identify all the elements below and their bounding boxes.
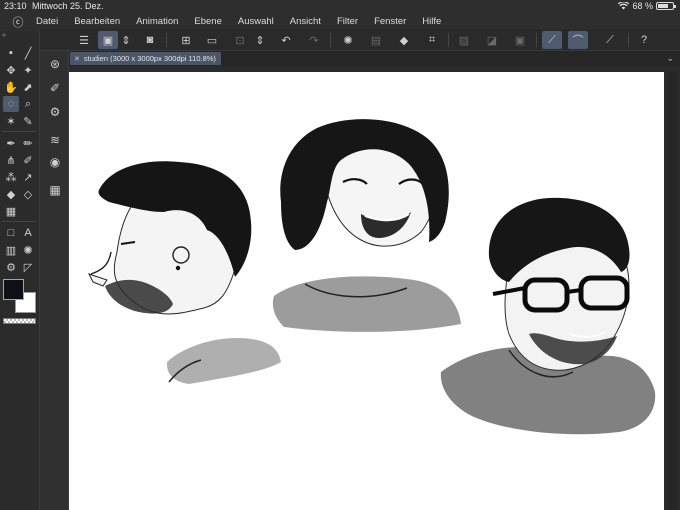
ruler-icon[interactable]: ⚙ xyxy=(3,259,19,275)
fill-icon[interactable]: ◆ xyxy=(394,31,414,49)
status-time: 23:10 xyxy=(4,1,27,11)
lasso-icon[interactable]: ◌ xyxy=(3,96,19,112)
menu-fenster[interactable]: Fenster xyxy=(374,16,406,27)
save-icon[interactable]: ⊡ xyxy=(230,31,250,49)
hide-selection-icon[interactable]: ▨ xyxy=(454,31,474,49)
brush-icon[interactable]: ✐ xyxy=(20,152,36,168)
canvas[interactable] xyxy=(69,72,664,510)
selection-launcher-icon[interactable]: ▣ xyxy=(98,31,118,49)
palette-dock: ⊛ ✐ ⚙ ≋ ◉ ▦ xyxy=(40,51,69,510)
object-select-icon[interactable]: ⬈ xyxy=(20,79,36,95)
redo-icon[interactable]: ↷ xyxy=(304,31,324,49)
app-logo-icon[interactable]: ⓒ xyxy=(0,14,36,30)
crop-icon[interactable]: ◪ xyxy=(482,31,502,49)
layer-icon[interactable]: ≋ xyxy=(46,131,64,149)
document-tab-title: studien (3000 x 3000px 300dpi 110.8%) xyxy=(83,54,216,63)
battery-percent: 68 % xyxy=(632,1,653,11)
reference-layer-icon[interactable]: ▣ xyxy=(510,31,530,49)
gradient-icon[interactable]: ▦ xyxy=(3,203,19,219)
main-color-swatch[interactable] xyxy=(3,279,24,300)
menu-datei[interactable]: Datei xyxy=(36,16,58,27)
tool-divider xyxy=(2,131,36,132)
transparent-color-swatch[interactable] xyxy=(3,318,36,324)
blend-icon[interactable]: ↗ xyxy=(20,169,36,185)
vertical-scrollbar[interactable] xyxy=(668,72,678,510)
toolbar-divider xyxy=(330,33,331,47)
sub-tool-palette-icon[interactable]: ⊛ xyxy=(46,55,64,73)
status-right: 68 % xyxy=(618,1,676,11)
status-date: Mittwoch 25. Dez. xyxy=(32,1,104,11)
fill-bucket-icon[interactable]: ◆ xyxy=(3,186,19,202)
brush-settings-icon[interactable]: ✐ xyxy=(46,79,64,97)
toolbar-divider xyxy=(448,33,449,47)
hand-icon[interactable]: ✋ xyxy=(3,79,19,95)
clear-icon[interactable]: ▤ xyxy=(366,31,386,49)
battery-level xyxy=(658,4,668,8)
sparkle-icon[interactable]: ✦ xyxy=(20,62,36,78)
help-icon[interactable]: ? xyxy=(634,31,654,49)
close-tab-icon[interactable]: ✕ xyxy=(74,55,80,63)
pencil-icon[interactable]: ✏ xyxy=(20,135,36,151)
toolbar-divider xyxy=(166,33,167,47)
menu-filter[interactable]: Filter xyxy=(337,16,358,27)
chevron-down-icon[interactable]: ⌄ xyxy=(666,53,674,64)
toolbar-divider xyxy=(536,33,537,47)
color-wheel-icon[interactable]: ◉ xyxy=(46,153,64,171)
menu-bearbeiten[interactable]: Bearbeiten xyxy=(74,16,120,27)
updown-icon[interactable]: ⇕ xyxy=(254,31,266,49)
brush-size-icon[interactable]: ▪ xyxy=(3,45,19,61)
tool-palette: « ▪ ╱ ✥ ✦ ✋ ⬈ ◌ ⌕ ✶ ✎ ✒ ✏ ⋔ ✐ ⁂ ↗ ◆ ◇ ▦ … xyxy=(0,31,40,510)
zoom-icon[interactable]: ⌕ xyxy=(20,96,36,112)
loading-icon[interactable]: ✺ xyxy=(338,31,358,49)
portrait-sketches xyxy=(88,119,656,435)
figure-icon[interactable]: □ xyxy=(3,225,19,241)
move-icon[interactable]: ✥ xyxy=(3,62,19,78)
special-ruler-snap-icon[interactable]: ⌒ xyxy=(568,31,588,49)
correct-line-icon[interactable]: ◸ xyxy=(20,259,36,275)
open-icon[interactable]: ▭ xyxy=(202,31,222,49)
menu-auswahl[interactable]: Auswahl xyxy=(238,16,274,27)
command-bar: ☰ ▣ ⇕ ◙ ⊞ ▭ ⊡ ⇕ ↶ ↷ ✺ ▤ ◆ ⌗ ▨ ◪ ▣ ⟋ ⌒ ⟋ … xyxy=(40,29,680,51)
document-tab-bar: ✕ studien (3000 x 3000px 300dpi 110.8%) … xyxy=(40,51,680,66)
stepper-icon[interactable]: ⇕ xyxy=(120,31,132,49)
menu-ansicht[interactable]: Ansicht xyxy=(290,16,321,27)
wifi-icon xyxy=(618,2,630,10)
transform-icon[interactable]: ⌗ xyxy=(422,31,442,49)
clip-studio-icon[interactable]: ◙ xyxy=(140,31,160,49)
sketch-man-profile xyxy=(88,161,281,384)
new-canvas-icon[interactable]: ⊞ xyxy=(176,31,196,49)
menu-animation[interactable]: Animation xyxy=(136,16,178,27)
eraser-icon[interactable]: ◇ xyxy=(20,186,36,202)
document-tab[interactable]: ✕ studien (3000 x 3000px 300dpi 110.8%) xyxy=(70,52,221,65)
grid-snap-icon[interactable]: ⟋ xyxy=(600,31,620,49)
battery-icon xyxy=(656,2,676,10)
menu-icon[interactable]: ☰ xyxy=(74,31,94,49)
undo-icon[interactable]: ↶ xyxy=(276,31,296,49)
sketch-woman-front xyxy=(272,119,461,332)
tool-divider xyxy=(2,221,36,222)
pen-icon[interactable]: ╱ xyxy=(20,45,36,61)
balloon-icon[interactable]: ✺ xyxy=(20,242,36,258)
text-icon[interactable]: A xyxy=(20,225,36,241)
material-icon[interactable]: ▦ xyxy=(46,181,64,199)
pen-tool-icon[interactable]: ✒ xyxy=(3,135,19,151)
tool-property-icon[interactable]: ⚙ xyxy=(46,103,64,121)
ruler-snap-icon[interactable]: ⟋ xyxy=(542,31,562,49)
frame-icon[interactable]: ▥ xyxy=(3,242,19,258)
canvas-workspace[interactable] xyxy=(69,66,680,510)
status-bar: 23:10 Mittwoch 25. Dez. 68 % xyxy=(0,0,680,13)
eyedropper-icon[interactable]: ✎ xyxy=(20,113,36,129)
menu-ebene[interactable]: Ebene xyxy=(194,16,221,27)
top-bar: 23:10 Mittwoch 25. Dez. 68 % ⓒ Datei Bea… xyxy=(0,0,680,31)
auto-select-icon[interactable]: ✶ xyxy=(3,113,19,129)
collapse-icon[interactable]: « xyxy=(2,32,6,39)
decoration-icon[interactable]: ⁂ xyxy=(3,169,19,185)
sketch-man-glasses xyxy=(440,197,656,435)
airbrush-icon[interactable]: ⋔ xyxy=(3,152,19,168)
menu-hilfe[interactable]: Hilfe xyxy=(422,16,441,27)
toolbar-divider xyxy=(628,33,629,47)
menu-bar: ⓒ Datei Bearbeiten Animation Ebene Auswa… xyxy=(0,13,680,30)
